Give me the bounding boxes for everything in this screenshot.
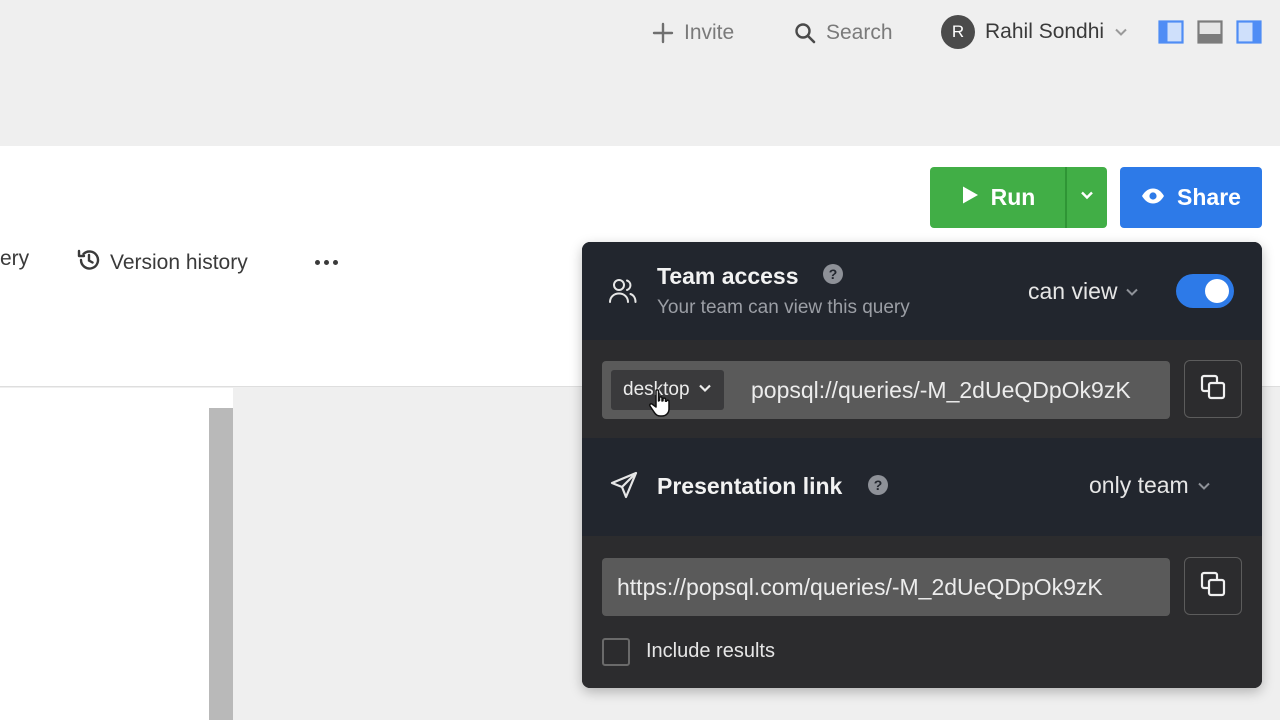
- left-panel-toggle-icon[interactable]: [1158, 20, 1184, 44]
- include-results-checkbox[interactable]: [602, 638, 630, 666]
- run-button[interactable]: Run: [930, 167, 1066, 228]
- copy-web-link-button[interactable]: [1184, 557, 1242, 615]
- team-access-toggle[interactable]: [1176, 274, 1234, 308]
- version-history-label: Version history: [110, 251, 248, 274]
- avatar: R: [941, 15, 975, 49]
- copy-desktop-link-button[interactable]: [1184, 360, 1242, 418]
- include-results-label[interactable]: Include results: [646, 640, 775, 663]
- team-access-section: Team access ? Your team can view this qu…: [582, 242, 1262, 340]
- share-popover: Team access ? Your team can view this qu…: [582, 242, 1262, 688]
- query-history-link[interactable]: ery: [0, 247, 29, 271]
- chevron-down-icon: [1197, 472, 1211, 499]
- chevron-down-icon: [1125, 278, 1139, 305]
- send-icon: [609, 470, 639, 505]
- share-label: Share: [1177, 184, 1241, 210]
- presentation-link-title: Presentation link: [657, 473, 843, 499]
- editor-scrollbar[interactable]: [209, 408, 233, 720]
- bottom-panel-toggle-icon[interactable]: [1197, 20, 1223, 44]
- hand-cursor-icon: [648, 388, 674, 423]
- search-label: Search: [826, 21, 893, 44]
- permission-value: can view: [1028, 278, 1118, 304]
- team-access-title: Team access: [657, 263, 799, 289]
- help-icon[interactable]: ?: [823, 264, 843, 284]
- visibility-value: only team: [1089, 472, 1189, 498]
- search-button[interactable]: Search: [794, 18, 893, 48]
- web-link-url: https://popsql.com/queries/-M_2dUeQDpOk9…: [617, 574, 1103, 600]
- users-icon: [608, 276, 638, 311]
- team-access-subtitle: Your team can view this query: [657, 297, 910, 318]
- web-link-section: https://popsql.com/queries/-M_2dUeQDpOk9…: [582, 536, 1262, 688]
- user-menu[interactable]: R Rahil Sondhi: [941, 15, 1128, 49]
- search-icon: [794, 22, 816, 44]
- user-name: Rahil Sondhi: [985, 20, 1105, 43]
- eye-icon: [1141, 184, 1165, 211]
- run-options-button[interactable]: [1067, 167, 1107, 228]
- desktop-link-field[interactable]: desktop popsql://queries/-M_2dUeQDpOk9zK: [602, 361, 1170, 419]
- web-link-field[interactable]: https://popsql.com/queries/-M_2dUeQDpOk9…: [602, 558, 1170, 616]
- play-icon: [961, 184, 979, 211]
- editor-panel: [0, 388, 233, 720]
- team-permission-dropdown[interactable]: can view: [1028, 278, 1139, 305]
- run-label: Run: [990, 184, 1036, 210]
- copy-icon: [1199, 570, 1227, 603]
- right-panel-toggle-icon[interactable]: [1236, 20, 1262, 44]
- history-icon: [76, 247, 102, 279]
- chevron-down-icon: [1079, 187, 1095, 208]
- invite-label: Invite: [684, 21, 735, 44]
- desktop-link-url: popsql://queries/-M_2dUeQDpOk9zK: [751, 377, 1131, 403]
- toggle-knob: [1205, 279, 1229, 303]
- help-icon[interactable]: ?: [868, 475, 888, 495]
- presentation-visibility-dropdown[interactable]: only team: [1089, 472, 1211, 499]
- invite-button[interactable]: Invite: [652, 18, 734, 48]
- desktop-link-section: desktop popsql://queries/-M_2dUeQDpOk9zK: [582, 340, 1262, 438]
- copy-icon: [1199, 373, 1227, 406]
- share-button[interactable]: Share: [1120, 167, 1262, 228]
- run-divider: [1065, 167, 1067, 228]
- more-options-icon[interactable]: [310, 247, 342, 277]
- chevron-down-icon: [1114, 25, 1128, 39]
- presentation-link-section: Presentation link ? only team: [582, 438, 1262, 536]
- chevron-down-icon: [698, 379, 712, 401]
- plus-icon: [652, 22, 674, 44]
- version-history-button[interactable]: Version history: [76, 247, 248, 279]
